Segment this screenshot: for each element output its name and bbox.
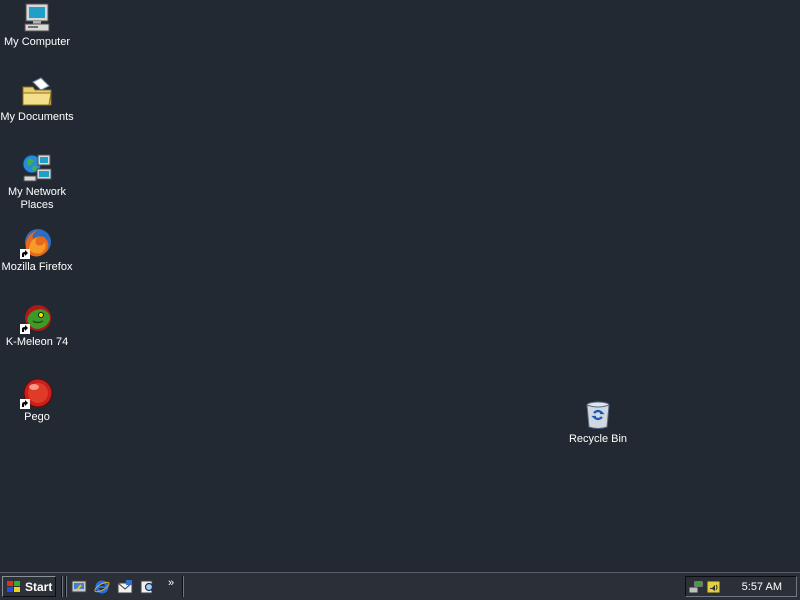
network-places-icon [21, 152, 53, 184]
quick-launch-bar [70, 578, 162, 596]
quick-launch-more-button[interactable]: » [168, 577, 174, 589]
system-clock[interactable]: 5:57 AM [742, 581, 782, 593]
pego-icon [20, 377, 53, 409]
windows-logo-icon [7, 580, 20, 592]
recycle-bin-icon [582, 399, 614, 431]
desktop-icon-firefox[interactable]: Mozilla Firefox [0, 227, 74, 274]
show-desktop-icon[interactable] [70, 578, 88, 596]
system-tray: 5:57 AM [685, 576, 797, 597]
shortcut-arrow-icon [20, 324, 30, 334]
taskbar-separator [182, 576, 184, 597]
desktop: My Computer My Documents My Network Plac… [0, 0, 800, 572]
start-button[interactable]: Start [2, 576, 56, 597]
desktop-icon-k-meleon[interactable]: K-Meleon 74 [0, 302, 74, 349]
my-computer-icon [21, 2, 53, 34]
desktop-icon-recycle-bin[interactable]: Recycle Bin [561, 399, 635, 446]
desktop-icon-label: My Network Places [7, 186, 67, 211]
k-meleon-icon [20, 302, 53, 334]
firefox-icon [20, 227, 53, 259]
desktop-icon-my-documents[interactable]: My Documents [0, 77, 74, 124]
shortcut-arrow-icon [20, 399, 30, 409]
taskbar: Start » 5:57 AM [0, 572, 800, 600]
desktop-icon-label: Recycle Bin [568, 433, 628, 445]
desktop-icon-label: My Computer [3, 36, 71, 48]
desktop-icon-my-computer[interactable]: My Computer [0, 2, 74, 49]
desktop-icon-pego[interactable]: Pego [0, 377, 74, 424]
network-icon[interactable] [688, 579, 704, 595]
internet-explorer-icon[interactable] [93, 578, 111, 596]
desktop-icon-label: My Documents [0, 111, 74, 123]
my-documents-icon [21, 77, 53, 109]
desktop-icon-label: Mozilla Firefox [1, 261, 73, 273]
desktop-icon-label: K-Meleon 74 [5, 336, 69, 348]
desktop-icon-label: Pego [24, 411, 50, 423]
start-label: Start [25, 579, 53, 594]
search-icon[interactable] [139, 578, 157, 596]
desktop-icon-network-places[interactable]: My Network Places [0, 152, 74, 212]
volume-icon[interactable] [706, 579, 722, 595]
taskbar-separator [61, 576, 63, 597]
shortcut-arrow-icon [20, 249, 30, 259]
taskbar-separator [65, 576, 67, 597]
outlook-express-icon[interactable] [116, 578, 134, 596]
